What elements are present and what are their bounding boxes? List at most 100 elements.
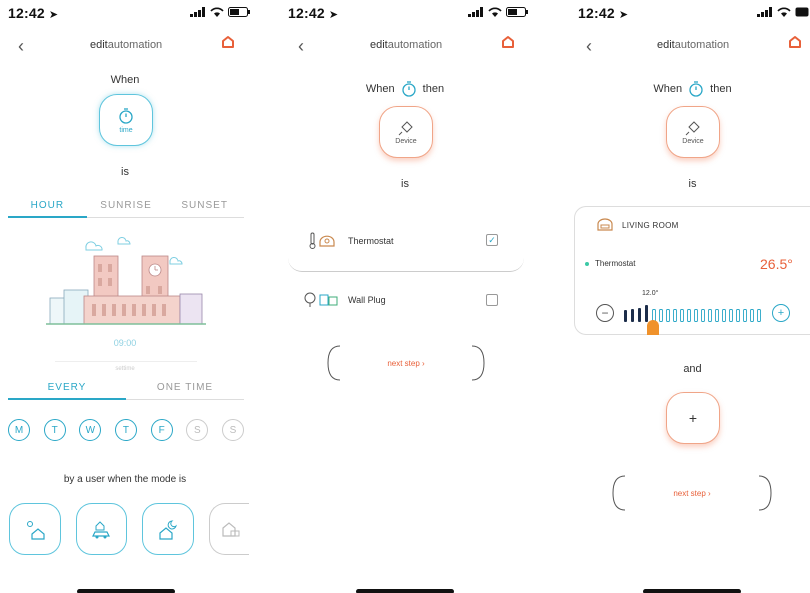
device-row-wall-plug[interactable]: Wall Plug bbox=[288, 288, 524, 316]
time-value[interactable]: 09:00 bbox=[0, 338, 250, 348]
battery-icon bbox=[506, 7, 528, 17]
home-day-icon bbox=[26, 521, 45, 540]
wall-plug-checkbox[interactable] bbox=[486, 294, 498, 306]
device-row-thermostat[interactable]: Thermostat ✓ bbox=[288, 214, 524, 272]
wifi-icon bbox=[210, 7, 224, 17]
screen-time-trigger: 12:42 ➤ ‹ editautomation When time is HO… bbox=[0, 0, 250, 593]
day-thursday[interactable]: T bbox=[114, 419, 137, 441]
when-then-row: When then bbox=[280, 80, 530, 98]
next-step-button[interactable]: next step › bbox=[611, 474, 773, 512]
signal-icon bbox=[190, 7, 205, 17]
home-logo-icon[interactable] bbox=[220, 34, 236, 50]
signal-icon bbox=[468, 7, 483, 17]
day-monday[interactable]: M bbox=[8, 419, 30, 441]
back-button[interactable]: ‹ bbox=[586, 36, 592, 57]
thermostat-icon bbox=[309, 232, 335, 249]
tab-hour[interactable]: HOUR bbox=[8, 200, 87, 218]
device-name: Thermostat bbox=[595, 259, 636, 268]
next-step-button[interactable]: next step › bbox=[326, 344, 486, 382]
home-logo-icon[interactable] bbox=[500, 34, 516, 50]
next-step-label: next step › bbox=[673, 489, 711, 498]
and-label: and bbox=[683, 363, 702, 375]
mode-text: by a user when the mode is bbox=[63, 474, 187, 485]
armchair-icon bbox=[597, 218, 613, 231]
day-friday[interactable]: F bbox=[150, 419, 173, 441]
then-label: then bbox=[422, 83, 445, 95]
wifi-icon bbox=[488, 7, 502, 17]
home-indicator bbox=[356, 589, 454, 593]
status-icons bbox=[468, 7, 528, 17]
check-icon: ✓ bbox=[488, 234, 496, 245]
device-plug-icon bbox=[398, 120, 413, 135]
mode-selector bbox=[9, 503, 249, 555]
screen-thermostat-setpoint: 12:42 ➤ ‹ editautomation When then Devic… bbox=[565, 0, 810, 593]
time-divider bbox=[55, 361, 197, 362]
stopwatch-icon[interactable] bbox=[401, 80, 417, 98]
mode-home-night[interactable] bbox=[142, 503, 195, 555]
day-wednesday[interactable]: W bbox=[79, 419, 102, 441]
day-sunday[interactable]: S bbox=[221, 419, 244, 441]
device-action-tile[interactable]: Device bbox=[379, 106, 433, 158]
nav-title: editautomation bbox=[90, 39, 163, 51]
city-illustration bbox=[46, 237, 206, 325]
mode-away[interactable] bbox=[75, 503, 128, 555]
mode-home-day[interactable] bbox=[9, 503, 61, 555]
battery-icon bbox=[795, 7, 809, 17]
room-name: LIVING ROOM bbox=[622, 221, 679, 230]
when-label: When bbox=[365, 83, 395, 95]
vacation-icon bbox=[221, 522, 240, 537]
status-icons bbox=[190, 7, 250, 17]
stopwatch-icon bbox=[119, 107, 133, 124]
repeat-tabs: EVERY ONE TIME bbox=[8, 382, 244, 400]
time-trigger-tile[interactable]: time bbox=[99, 94, 153, 146]
thermostat-card: LIVING ROOM Thermostat 26.5° − 12.0° + bbox=[574, 206, 810, 335]
back-button[interactable]: ‹ bbox=[298, 36, 304, 57]
decrease-temperature-button[interactable]: − bbox=[596, 304, 614, 322]
is-label: is bbox=[121, 166, 129, 178]
is-label: is bbox=[688, 178, 697, 190]
add-action-button[interactable]: + bbox=[666, 392, 720, 444]
home-indicator bbox=[77, 589, 175, 593]
device-action-tile[interactable]: Device bbox=[666, 106, 720, 158]
device-tile-label: Device bbox=[682, 137, 704, 145]
set-point-value: 12.0° bbox=[642, 290, 659, 297]
when-then-row: When then bbox=[565, 80, 810, 98]
back-button[interactable]: ‹ bbox=[18, 36, 24, 57]
status-time: 12:42 ➤ bbox=[578, 5, 629, 21]
online-dot bbox=[585, 262, 589, 266]
day-saturday[interactable]: S bbox=[186, 419, 209, 441]
status-time: 12:42 ➤ bbox=[8, 5, 59, 21]
device-plug-icon bbox=[685, 120, 700, 135]
home-indicator bbox=[643, 589, 741, 593]
battery-icon bbox=[228, 7, 250, 17]
when-label: When bbox=[653, 83, 683, 95]
current-temperature: 26.5° bbox=[760, 256, 793, 272]
tab-sunset[interactable]: SUNSET bbox=[165, 200, 245, 218]
thermostat-checkbox[interactable]: ✓ bbox=[486, 234, 498, 246]
time-caption: settime bbox=[115, 366, 135, 372]
device-name: Wall Plug bbox=[348, 295, 386, 305]
temperature-slider[interactable] bbox=[622, 299, 768, 335]
signal-icon bbox=[757, 7, 772, 17]
time-trigger-label: time bbox=[119, 126, 133, 134]
tab-one-time[interactable]: ONE TIME bbox=[126, 382, 244, 400]
device-name: Thermostat bbox=[348, 236, 394, 246]
weekday-selector: M T W T F S S bbox=[8, 419, 244, 441]
slider-thumb[interactable] bbox=[647, 320, 659, 335]
screen-device-select: 12:42 ➤ ‹ editautomation When then Devic… bbox=[280, 0, 530, 593]
mode-vacation[interactable] bbox=[209, 503, 249, 555]
status-time: 12:42 ➤ bbox=[288, 5, 339, 21]
home-night-icon bbox=[159, 520, 178, 540]
day-tuesday[interactable]: T bbox=[43, 419, 66, 441]
tab-sunrise[interactable]: SUNRISE bbox=[86, 200, 166, 218]
wifi-icon bbox=[777, 7, 791, 17]
increase-temperature-button[interactable]: + bbox=[772, 304, 790, 322]
time-type-tabs: HOUR SUNRISE SUNSET bbox=[8, 200, 245, 218]
then-label: then bbox=[710, 83, 732, 95]
stopwatch-icon[interactable] bbox=[688, 80, 704, 98]
home-logo-icon[interactable] bbox=[787, 34, 803, 50]
when-label: When bbox=[110, 74, 140, 86]
nav-title: editautomation bbox=[657, 39, 730, 51]
status-icons bbox=[757, 7, 809, 17]
tab-every[interactable]: EVERY bbox=[8, 382, 126, 400]
